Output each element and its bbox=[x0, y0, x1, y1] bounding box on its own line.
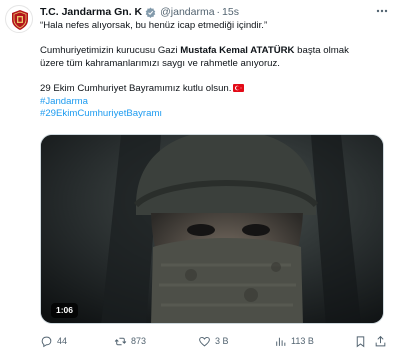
like-button[interactable]: 3 B bbox=[198, 333, 229, 349]
views-button[interactable]: 113 B bbox=[274, 333, 314, 349]
share-icon bbox=[375, 335, 386, 346]
reply-button[interactable]: 44 bbox=[40, 333, 67, 349]
celebration-line: 29 Ekim Cumhuriyet Bayramımız kutlu olsu… bbox=[40, 83, 392, 96]
share-button[interactable] bbox=[374, 333, 387, 349]
author-handle[interactable]: @jandarma bbox=[160, 4, 214, 20]
repost-icon bbox=[114, 337, 127, 345]
post-time[interactable]: 15s bbox=[222, 4, 239, 20]
turkey-flag-icon bbox=[233, 83, 245, 92]
ataturk-name: Mustafa Kemal ATATÜRK bbox=[180, 45, 295, 57]
tweet-text: “Hala nefes alıyorsak, bu henüz icap etm… bbox=[40, 20, 392, 121]
heart-icon bbox=[199, 336, 210, 346]
author-name[interactable]: T.C. Jandarma Gn. K bbox=[40, 4, 142, 20]
like-count: 3 B bbox=[215, 336, 229, 346]
reply-icon bbox=[41, 336, 52, 347]
hashtag-jandarma[interactable]: #Jandarma bbox=[40, 96, 392, 109]
repost-button[interactable]: 873 bbox=[114, 333, 146, 349]
views-chart-icon bbox=[276, 337, 286, 346]
video-frame bbox=[41, 135, 383, 323]
video-player[interactable]: 1:06 bbox=[40, 134, 384, 324]
hashtag-29-ekim[interactable]: #29EkimCumhuriyetBayramı bbox=[40, 108, 392, 121]
tweet[interactable]: T.C. Jandarma Gn. K @jandarma · 15s “Hal… bbox=[0, 0, 400, 355]
action-bar: 44 873 3 B 113 B bbox=[40, 333, 390, 349]
repost-count: 873 bbox=[131, 336, 147, 346]
video-duration: 1:06 bbox=[51, 303, 79, 318]
tribute-line-2: üzere tüm kahramanlarımızı saygı ve rahm… bbox=[40, 57, 280, 69]
bookmark-button[interactable] bbox=[354, 333, 367, 349]
tribute-line-1: Cumhuriyetimizin kurucusu Gazi Mustafa K… bbox=[40, 45, 349, 57]
views-count: 113 B bbox=[291, 336, 314, 346]
quote-line: “Hala nefes alıyorsak, bu henüz icap etm… bbox=[40, 20, 268, 31]
reply-count: 44 bbox=[57, 336, 68, 346]
tweet-header: T.C. Jandarma Gn. K @jandarma · 15s bbox=[40, 4, 239, 20]
bookmark-icon bbox=[356, 335, 365, 347]
verified-badge-icon bbox=[145, 7, 156, 18]
more-options-icon[interactable] bbox=[372, 4, 392, 18]
header-separator: · bbox=[216, 6, 221, 18]
avatar[interactable] bbox=[5, 5, 33, 33]
